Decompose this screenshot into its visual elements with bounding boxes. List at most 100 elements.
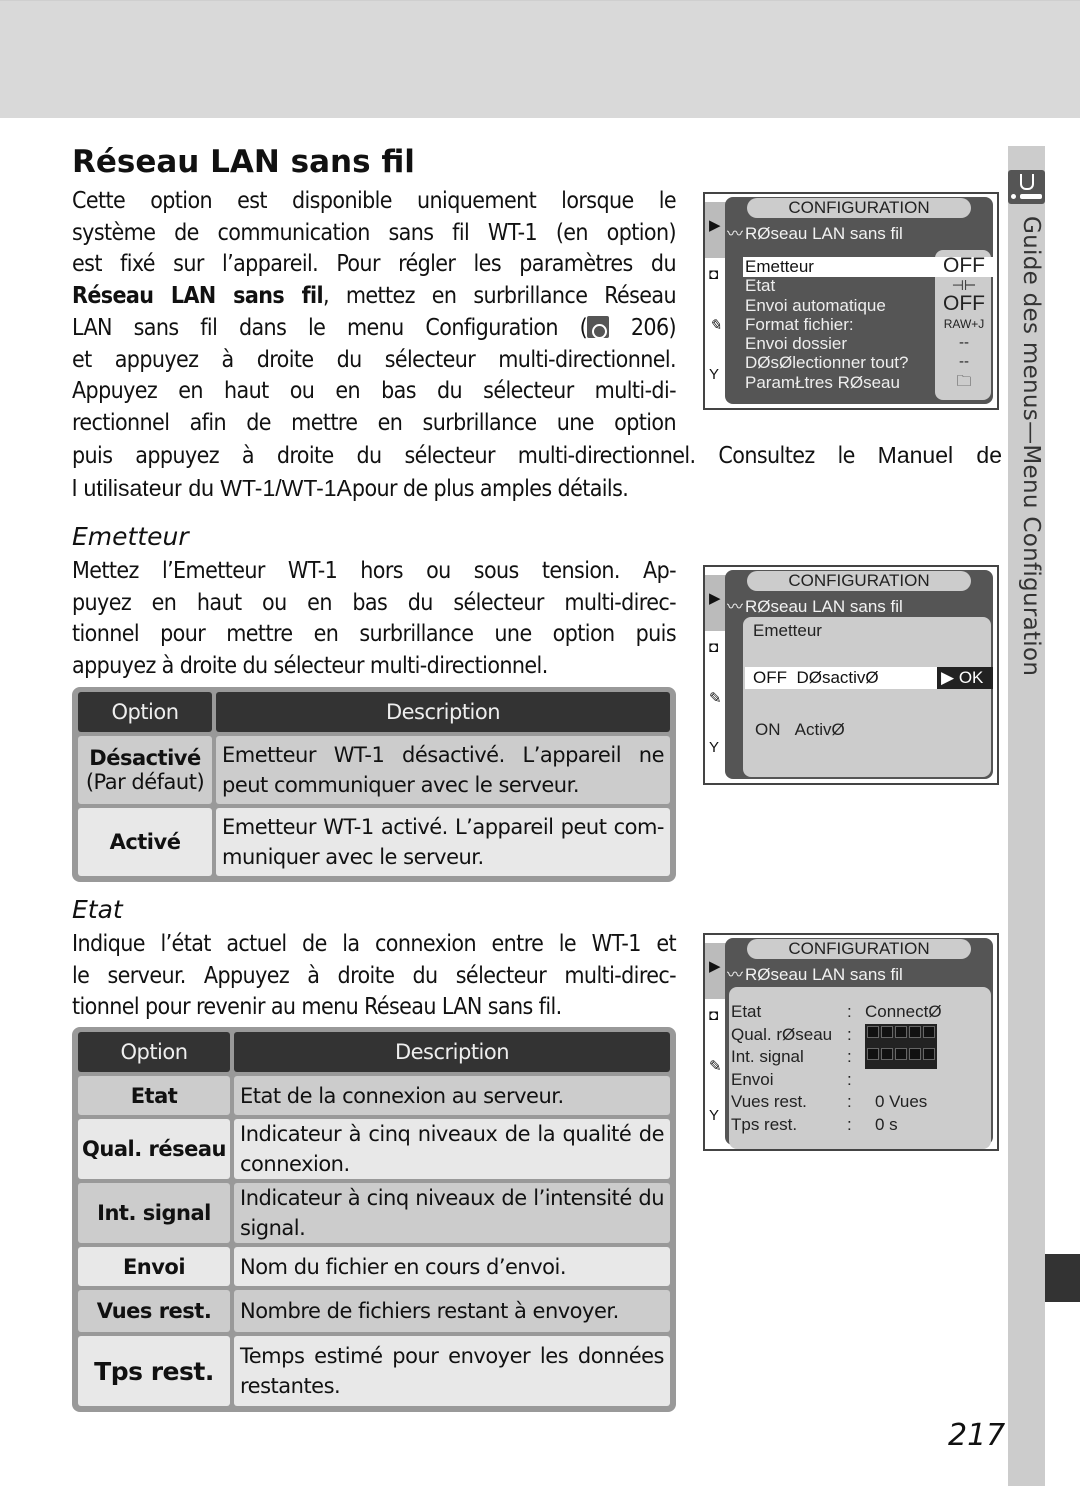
- table-row: Vues rest. Nombre de fichiers restant à …: [78, 1290, 670, 1332]
- page-reference-icon: [587, 315, 610, 339]
- status-list: Etat: ConnectØ Qual. rØseau: Int. signal:…: [731, 1001, 942, 1136]
- screen-subtitle: 〰 RØseau LAN sans fil: [727, 597, 903, 616]
- wireless-icon: 〰: [727, 967, 744, 984]
- screen-header: CONFIGURATION: [747, 939, 971, 959]
- wrench-icon: Y: [709, 366, 720, 383]
- option-default-note: (Par défaut): [85, 770, 205, 794]
- bold-term: Réseau LAN sans fil: [72, 283, 324, 310]
- pencil-icon: ✎: [709, 690, 722, 707]
- table-row: Activé Emetteur WT-1 activé. L’appareil …: [78, 808, 670, 876]
- camera-icon: ◘: [709, 1007, 719, 1024]
- menu-item[interactable]: Etat: [745, 276, 945, 295]
- camera-screen-emetteur: ▶ ◘ ✎ Y CONFIGURATION 〰 RØseau LAN sans f…: [703, 565, 999, 785]
- screen-subtitle: 〰 RØseau LAN sans fil: [727, 965, 903, 984]
- network-quality-bars: [865, 1023, 937, 1046]
- wrench-icon: [1008, 170, 1045, 204]
- option-description: Nombre de fichiers restant à envoyer.: [234, 1290, 670, 1332]
- status-value: 0 s: [875, 1114, 898, 1134]
- status-row: Int. signal:: [731, 1046, 942, 1069]
- intro-paragraph-cont: puis appuyez à droite du sélecteur multi…: [72, 442, 1002, 502]
- page-number: 217: [948, 1418, 1006, 1453]
- screen-header: CONFIGURATION: [747, 571, 971, 591]
- menu-value: OFF: [943, 292, 985, 315]
- thumb-index-marker: [1045, 1254, 1080, 1302]
- etat-options-table: Option Description Etat Etat de la conne…: [72, 1027, 676, 1412]
- ok-button[interactable]: ▶ OK: [937, 667, 993, 689]
- camera-screen-etat: ▶ ◘ ✎ Y CONFIGURATION 〰 RØseau LAN sans f…: [703, 933, 999, 1151]
- option-off[interactable]: OFF DØsactivØ: [753, 668, 879, 688]
- status-value: ConnectØ: [865, 1002, 942, 1021]
- playback-icon: ▶: [709, 958, 721, 975]
- wrench-icon: Y: [709, 739, 720, 756]
- option-name: Désactivé: [89, 746, 201, 770]
- side-tab-label: Guide des menus—Menu Configuration: [1018, 216, 1044, 677]
- option-on[interactable]: ON ActivØ: [755, 720, 845, 740]
- option-description: Temps estimé pour envoyer les données re…: [234, 1336, 670, 1406]
- option-description: Indicateur à cinq niveaux de la qualité …: [234, 1119, 670, 1179]
- pencil-icon: ✎: [709, 317, 722, 334]
- status-row: Vues rest.:0 Vues: [731, 1091, 942, 1114]
- table-row: Int. signal Indicateur à cinq niveaux de…: [78, 1183, 670, 1243]
- menu-item[interactable]: Emetteur: [745, 257, 945, 276]
- option-name: Tps rest.: [78, 1336, 230, 1406]
- option-name: Activé: [109, 830, 181, 854]
- option-panel-title: Emetteur: [753, 621, 822, 640]
- wireless-icon: 〰: [727, 226, 744, 243]
- menu-item[interactable]: ParamŁtres RØseau: [745, 373, 945, 392]
- menu-values: OFF ⊣⊢ OFF RAW+J -- -- 🗀: [937, 255, 991, 392]
- screen-header: CONFIGURATION: [747, 198, 971, 218]
- table-row: Tps rest. Temps estimé pour envoyer les …: [78, 1336, 670, 1406]
- column-header-description: Description: [234, 1032, 670, 1072]
- menu-item[interactable]: Format fichier:: [745, 315, 945, 334]
- option-description: Etat de la connexion au serveur.: [234, 1076, 670, 1115]
- manual-reference-cont: l utilisateur du WT-1/WT-1A: [72, 474, 352, 501]
- table-header: Option Description: [78, 692, 670, 732]
- status-value: 0 Vues: [875, 1092, 928, 1111]
- wrench-icon: Y: [709, 1107, 720, 1124]
- camera-icon: ◘: [709, 639, 719, 656]
- screen-subtitle: 〰 RØseau LAN sans fil: [727, 224, 903, 243]
- status-row: Etat: ConnectØ: [731, 1001, 942, 1024]
- emetteur-options-table: Option Description Désactivé (Par défaut…: [72, 687, 676, 882]
- menu-value: OFF: [943, 254, 985, 277]
- menu-value: RAW+J: [943, 317, 985, 331]
- intro-paragraph: Cette option est disponible uniquement l…: [72, 188, 677, 436]
- option-name: Qual. réseau: [78, 1119, 230, 1179]
- status-row: Envoi:: [731, 1069, 852, 1089]
- wireless-icon: 〰: [727, 599, 744, 616]
- signal-strength-bars: [865, 1046, 937, 1069]
- column-header-option: Option: [78, 1032, 230, 1072]
- table-row: Désactivé (Par défaut) Emetteur WT-1 dés…: [78, 736, 670, 804]
- camera-screen-menu: ▶ ◘ ✎ Y CONFIGURATION 〰 RØseau LAN sans f…: [703, 192, 999, 410]
- page-title: Réseau LAN sans fil: [72, 144, 415, 180]
- menu-list: Emetteur Etat Envoi automatique Format f…: [745, 257, 945, 392]
- menu-value: --: [959, 334, 969, 351]
- option-name: Etat: [78, 1076, 230, 1115]
- table-row: Qual. réseau Indicateur à cinq niveaux d…: [78, 1119, 670, 1179]
- section-heading-etat: Etat: [72, 895, 123, 924]
- emetteur-paragraph: Mettez l’Emetteur WT-1 hors ou sous tens…: [72, 558, 677, 680]
- column-header-description: Description: [216, 692, 670, 732]
- status-row: Qual. rØseau:: [731, 1023, 942, 1046]
- option-description: Nom du fichier en cours d’envoi.: [234, 1247, 670, 1286]
- option-name: Envoi: [78, 1247, 230, 1286]
- option-panel: [743, 617, 991, 777]
- pencil-icon: ✎: [709, 1058, 722, 1075]
- menu-item[interactable]: DØsØlectionner tout?: [745, 353, 945, 372]
- section-heading-emetteur: Emetteur: [72, 522, 189, 551]
- folder-icon: 🗀: [956, 373, 972, 390]
- menu-item[interactable]: Envoi dossier: [745, 334, 945, 353]
- manual-reference: Manuel de: [877, 442, 1002, 468]
- table-row: Envoi Nom du fichier en cours d’envoi.: [78, 1247, 670, 1286]
- etat-paragraph: Indique l’état actuel de la connexion en…: [72, 931, 677, 1021]
- menu-value: --: [959, 353, 969, 370]
- page-header-band: [0, 0, 1080, 118]
- option-description: Emetteur WT-1 désactivé. L’appareil ne p…: [216, 736, 670, 804]
- option-name: Vues rest.: [78, 1290, 230, 1332]
- camera-icon: ◘: [709, 266, 719, 283]
- status-row: Tps rest.:0 s: [731, 1114, 942, 1137]
- menu-item[interactable]: Envoi automatique: [745, 296, 945, 315]
- option-description: Indicateur à cinq niveaux de l’intensité…: [234, 1183, 670, 1243]
- arrow-right-icon: ▶: [941, 668, 955, 687]
- option-description: Emetteur WT-1 activé. L’appareil peut co…: [216, 808, 670, 876]
